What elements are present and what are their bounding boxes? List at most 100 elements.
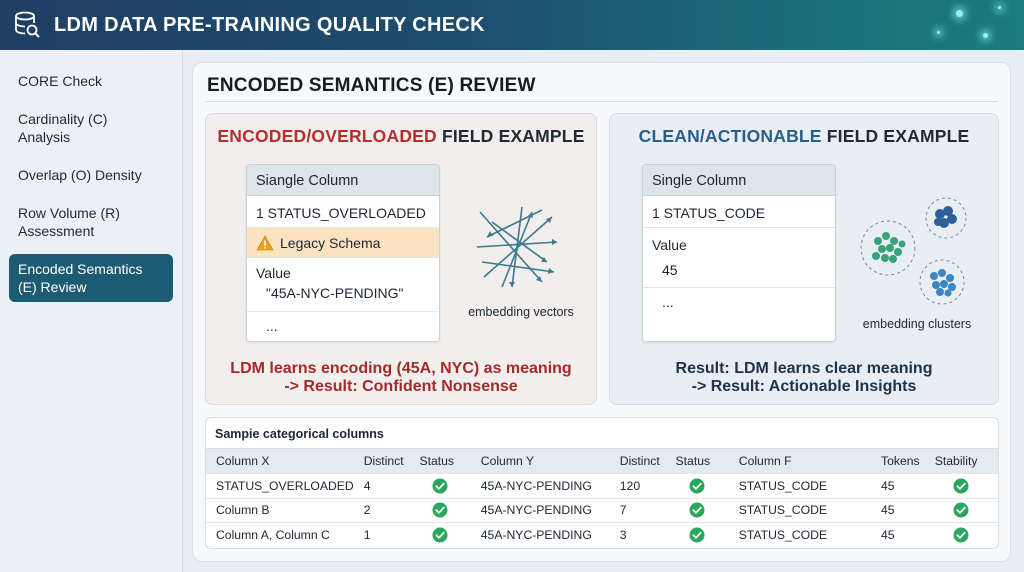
- field-row: 1 STATUS_OVERLOADED: [247, 196, 439, 228]
- table-row: Column B 2 45A-NYC-PENDING 7 STATUS_CODE 45: [206, 497, 998, 523]
- table-cell: 3: [609, 522, 666, 547]
- warning-text: Legacy Schema: [280, 234, 381, 251]
- sidebar-item-label: Encoded Semantics (E) Review: [18, 261, 143, 295]
- check-circle-icon: [432, 478, 448, 494]
- column-card-header: Single Column: [643, 165, 835, 196]
- app-header: LDM DATA PRE-TRAINING QUALITY CHECK: [0, 0, 1024, 50]
- embedding-clusters-illustration: [860, 197, 967, 305]
- sidebar-item-overlap[interactable]: Overlap (O) Density: [9, 166, 173, 184]
- ellipsis-row: ...: [643, 288, 835, 340]
- panel-heading-accent: CLEAN/ACTIONABLE: [638, 126, 822, 146]
- value-text: 45: [662, 262, 678, 278]
- right-result-line-1: Result: LDM learns clear meaning: [675, 360, 933, 377]
- right-result-line-2: -> Result: Actionable Insights: [691, 378, 917, 395]
- sample-columns-table: Column X Distinct Status Column Y Distin…: [206, 448, 998, 547]
- table-cell: Column B: [206, 497, 354, 523]
- warning-row: Legacy Schema: [247, 228, 439, 258]
- status-cell: [924, 497, 998, 523]
- left-result-line-2: -> Result: Confident Nonsense: [284, 378, 518, 395]
- panel-heading-rest: FIELD EXAMPLE: [436, 126, 585, 146]
- column-header: Column X: [206, 448, 354, 474]
- sidebar: CORE Check Cardinality (C) Analysis Over…: [0, 50, 183, 572]
- check-circle-icon: [953, 502, 969, 518]
- field-name: 1 STATUS_OVERLOADED: [256, 205, 426, 221]
- sparkle-decoration: [937, 31, 940, 34]
- sidebar-item-cardinality[interactable]: Cardinality (C) Analysis: [9, 110, 129, 146]
- column-header: Column Y: [470, 448, 610, 474]
- value-text: "45A-NYC-PENDING": [266, 285, 404, 301]
- status-cell: [409, 497, 471, 523]
- column-header: Stability: [924, 448, 998, 474]
- ellipsis-row: ...: [247, 312, 439, 340]
- left-result-line-1: LDM learns encoding (45A, NYC) as meanin…: [230, 360, 572, 377]
- table-row: STATUS_OVERLOADED 4 45A-NYC-PENDING 120 STAT…: [206, 473, 998, 498]
- status-cell: [409, 522, 471, 547]
- status-cell: [665, 473, 729, 498]
- embedding-vectors-caption: embedding vectors: [468, 305, 574, 319]
- sparkle-decoration: [998, 6, 1001, 9]
- check-circle-icon: [432, 527, 448, 543]
- database-search-icon: [15, 11, 40, 38]
- ellipsis-text: ...: [662, 294, 674, 310]
- column-card-header: Siangle Column: [247, 165, 439, 196]
- check-circle-icon: [953, 527, 969, 543]
- table-cell: 2: [353, 497, 410, 523]
- table-cell: 7: [609, 497, 666, 523]
- table-row: Column A, Column C 1 45A-NYC-PENDING 3 STATU…: [206, 522, 998, 547]
- column-header: Status: [665, 448, 729, 474]
- sparkle-decoration: [983, 33, 988, 38]
- embedding-clusters-caption: embedding clusters: [862, 317, 972, 331]
- table-cell: 45A-NYC-PENDING: [470, 497, 610, 523]
- table-cell: 45: [870, 473, 925, 498]
- check-circle-icon: [689, 502, 705, 518]
- table-cell: 45: [870, 497, 925, 523]
- sidebar-item-label: Cardinality (C) Analysis: [18, 111, 108, 145]
- table-cell: 45A-NYC-PENDING: [470, 522, 610, 547]
- column-header: Status: [409, 448, 471, 474]
- sidebar-item-encoded-semantics[interactable]: Encoded Semantics (E) Review: [9, 254, 173, 302]
- table-cell: 45A-NYC-PENDING: [470, 473, 610, 498]
- check-circle-icon: [953, 478, 969, 494]
- table-title: Sampie categorical columns: [215, 427, 384, 441]
- table-cell: STATUS_CODE: [728, 497, 871, 523]
- column-header: Column F: [728, 448, 871, 474]
- value-label: Value: [652, 237, 687, 253]
- ellipsis-text: ...: [266, 318, 278, 334]
- panel-heading-rest: FIELD EXAMPLE: [821, 126, 970, 146]
- clean-example-panel: CLEAN/ACTIONABLE FIELD EXAMPLE Single Co…: [609, 113, 999, 405]
- app-title: LDM DATA PRE-TRAINING QUALITY CHECK: [54, 13, 485, 36]
- sidebar-item-row-volume[interactable]: Row Volume (R) Assessment: [9, 204, 139, 240]
- sidebar-item-label: Overlap (O) Density: [18, 167, 142, 183]
- sample-columns-table-card: Sampie categorical columns Column X Dist…: [205, 417, 999, 549]
- table-cell: STATUS_CODE: [728, 522, 871, 547]
- table-cell: 45: [870, 522, 925, 547]
- table-header-row: Column X Distinct Status Column Y Distin…: [206, 448, 998, 474]
- status-cell: [924, 522, 998, 547]
- embedding-vectors-illustration: [476, 206, 558, 288]
- value-row: Value "45A-NYC-PENDING": [247, 258, 439, 312]
- table-cell: STATUS_CODE: [728, 473, 871, 498]
- status-cell: [409, 473, 471, 498]
- check-circle-icon: [432, 502, 448, 518]
- column-header: Distinct: [353, 448, 410, 474]
- value-label: Value: [256, 265, 291, 281]
- status-cell: [665, 522, 729, 547]
- check-circle-icon: [689, 527, 705, 543]
- table-cell: 4: [353, 473, 410, 498]
- table-cell: 1: [353, 522, 410, 547]
- sidebar-item-label: Row Volume (R) Assessment: [18, 205, 120, 239]
- column-card: Single Column 1 STATUS_CODE Value 45 ...: [642, 164, 836, 342]
- field-row: 1 STATUS_CODE: [643, 196, 835, 228]
- status-cell: [924, 473, 998, 498]
- table-cell: Column A, Column C: [206, 522, 354, 547]
- field-name: 1 STATUS_CODE: [652, 205, 766, 221]
- sidebar-item-core-check[interactable]: CORE Check: [9, 72, 173, 90]
- warning-icon: [256, 234, 274, 250]
- encoded-example-panel: ENCODED/OVERLOADED FIELD EXAMPLE Siangle…: [205, 113, 597, 405]
- sidebar-item-label: CORE Check: [18, 73, 103, 89]
- panel-heading-accent: ENCODED/OVERLOADED: [217, 126, 437, 146]
- table-cell: 120: [609, 473, 666, 498]
- value-row: Value 45: [643, 228, 835, 288]
- table-cell: STATUS_OVERLOADED: [206, 473, 354, 498]
- page-title: ENCODED SEMANTICS (E) REVIEW: [207, 75, 536, 96]
